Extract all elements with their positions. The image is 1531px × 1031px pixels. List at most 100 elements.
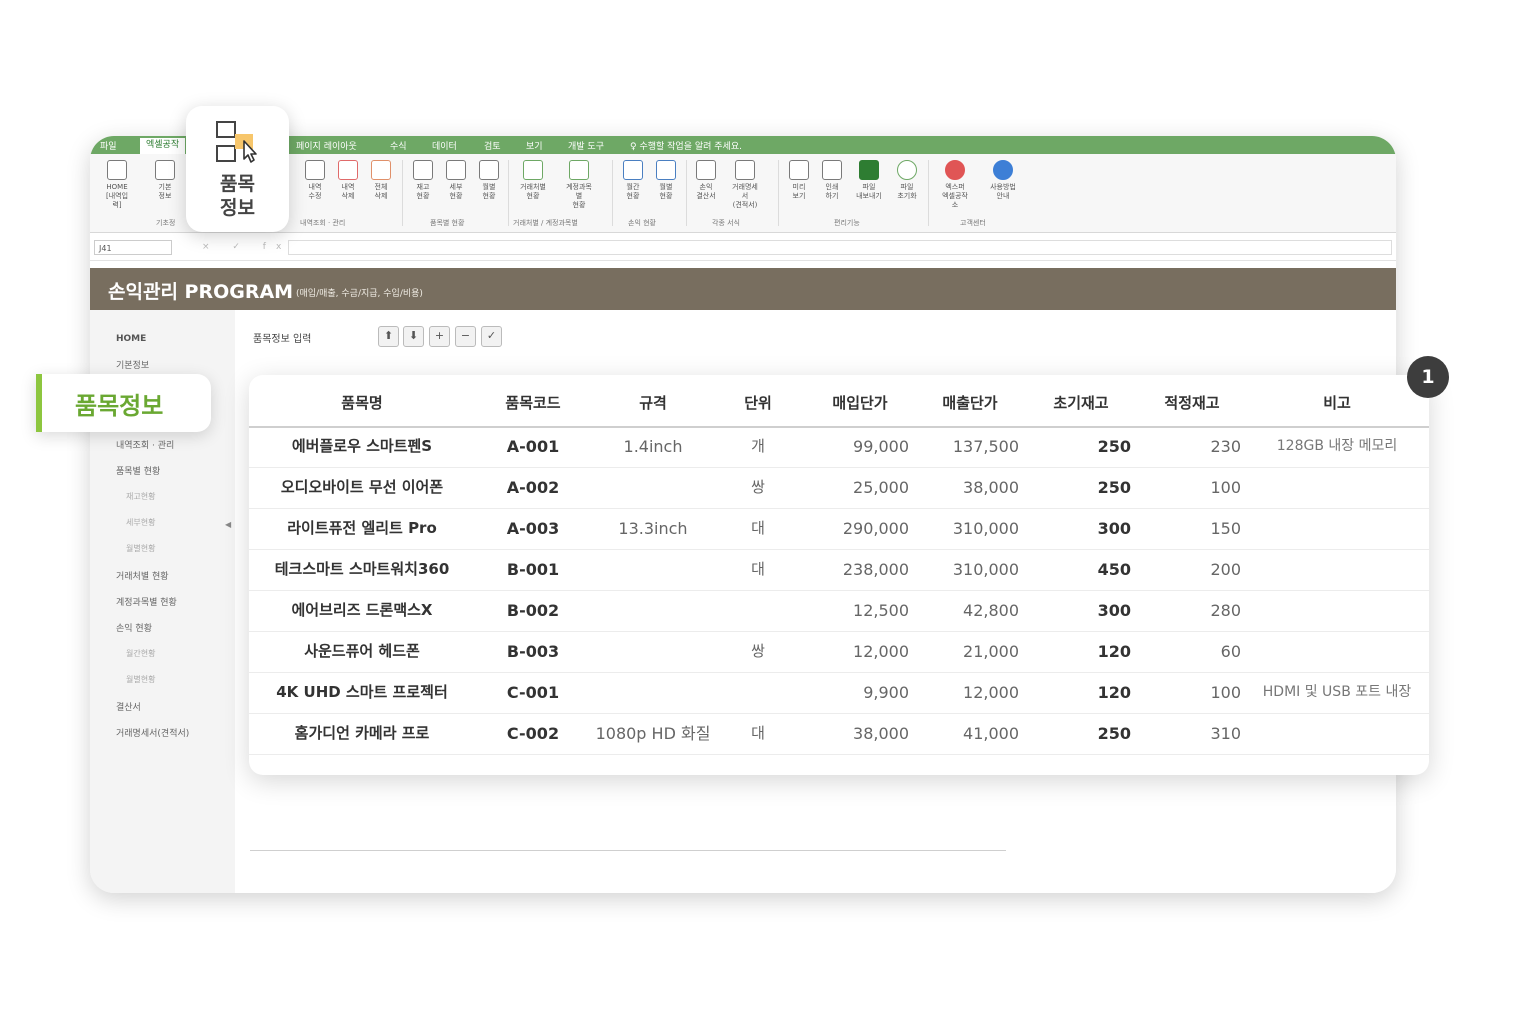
item-info-tooltip[interactable]: 품목 정보 bbox=[186, 106, 289, 232]
delete-all-button[interactable]: 전체 삭제 bbox=[366, 160, 396, 201]
reset-button[interactable]: 파일 초기화 bbox=[892, 160, 922, 201]
sidebar-item-invoice[interactable]: 거래명세서(견적서) bbox=[116, 726, 189, 739]
remove-row-button[interactable]: − bbox=[455, 326, 476, 347]
tab-excel-workshop[interactable]: 엑셀공작 bbox=[140, 138, 186, 154]
cell-item-name: 오디오바이트 무선 이어폰 bbox=[280, 478, 444, 496]
sidebar-item-entry-manage[interactable]: 내역조회 · 관리 bbox=[116, 438, 174, 451]
cell-initial-stock: 120 bbox=[1097, 642, 1131, 661]
settlement-button[interactable]: 손익 결산서 bbox=[691, 160, 721, 201]
formula-input[interactable] bbox=[288, 240, 1392, 255]
tab-review[interactable]: 검토 bbox=[484, 139, 501, 152]
sidebar-item-month[interactable]: 월별현황 bbox=[126, 674, 155, 685]
group-util: 편리기능 bbox=[834, 219, 860, 227]
tab-file[interactable]: 파일 bbox=[100, 139, 117, 152]
cell-initial-stock: 250 bbox=[1097, 724, 1131, 743]
cell-buy-price: 99,000 bbox=[853, 437, 909, 456]
home-button[interactable]: HOME [내역입력] bbox=[102, 160, 132, 210]
cell-item-name: 홈가디언 카메라 프로 bbox=[294, 724, 430, 742]
header-initial-stock: 초기재고 bbox=[1053, 394, 1109, 412]
add-row-button[interactable]: + bbox=[429, 326, 450, 347]
table-row[interactable]: 테크스마트 스마트워치360 B-001 대 238,000 310,000 4… bbox=[249, 549, 1429, 591]
period-status-button[interactable]: 월간 현황 bbox=[618, 160, 648, 201]
tab-view[interactable]: 보기 bbox=[526, 139, 543, 152]
tab-developer[interactable]: 개발 도구 bbox=[568, 139, 604, 152]
sidebar-item-stock[interactable]: 재고현황 bbox=[126, 491, 155, 502]
detail-status-button[interactable]: 세부 현황 bbox=[441, 160, 471, 201]
preview-button[interactable]: 미리 보기 bbox=[784, 160, 814, 201]
table-row[interactable]: 라이트퓨전 엘리트 Pro A-003 13.3inch 대 290,000 3… bbox=[249, 508, 1429, 550]
cell-proper-stock: 150 bbox=[1210, 519, 1241, 538]
account-status-button[interactable]: 계정과목별 현황 bbox=[564, 160, 594, 210]
edit-entry-button[interactable]: 내역 수정 bbox=[300, 160, 330, 201]
table-row[interactable]: 에어브리즈 드론맥스X B-002 12,500 42,800 300 280 bbox=[249, 590, 1429, 632]
basic-info-button[interactable]: 기본 정보 bbox=[150, 160, 180, 201]
collapse-arrow-icon[interactable]: ◀ bbox=[225, 520, 231, 529]
cell-unit: 대 bbox=[751, 519, 765, 537]
move-up-button[interactable]: ⬆ bbox=[378, 326, 399, 347]
grid-icon bbox=[479, 160, 499, 180]
header-item-code: 품목코드 bbox=[505, 394, 561, 412]
ribbon-separator bbox=[928, 160, 929, 226]
cell-buy-price: 290,000 bbox=[842, 519, 909, 538]
cell-proper-stock: 230 bbox=[1210, 437, 1241, 456]
cell-item-code: A-001 bbox=[506, 437, 560, 456]
cell-spec bbox=[591, 549, 715, 590]
eraser-icon bbox=[338, 160, 358, 180]
sidebar-item-item-status[interactable]: 품목별 현황 bbox=[116, 464, 160, 477]
sidebar-item-basic-info[interactable]: 기본정보 bbox=[116, 358, 149, 371]
cell-spec bbox=[591, 631, 715, 672]
ribbon-separator bbox=[612, 160, 613, 226]
support-button[interactable]: 엑스퍼 엑셀공작소 bbox=[940, 160, 970, 210]
invoice-button[interactable]: 거래명세서 (견적서) bbox=[730, 160, 760, 210]
sidebar-item-monthly[interactable]: 월별현황 bbox=[126, 543, 155, 554]
name-box[interactable]: J41 bbox=[94, 240, 172, 255]
table-row[interactable]: 사운드퓨어 헤드폰 B-003 쌍 12,000 21,000 120 60 bbox=[249, 631, 1429, 673]
edit-icon bbox=[305, 160, 325, 180]
month-status-button[interactable]: 월별 현황 bbox=[651, 160, 681, 201]
monthly-status-button[interactable]: 월별 현황 bbox=[474, 160, 504, 201]
cell-spec: 1080p HD 화질 bbox=[595, 724, 711, 743]
print-button[interactable]: 인쇄 하기 bbox=[817, 160, 847, 201]
cell-unit: 쌍 bbox=[751, 478, 765, 496]
client-status-button[interactable]: 거래처별 현황 bbox=[518, 160, 548, 201]
sidebar-item-settlement[interactable]: 결산서 bbox=[116, 700, 141, 713]
table-row[interactable]: 홈가디언 카메라 프로 C-002 1080p HD 화질 대 38,000 4… bbox=[249, 713, 1429, 755]
delete-entry-button[interactable]: 내역 삭제 bbox=[333, 160, 363, 201]
cell-buy-price: 38,000 bbox=[853, 724, 909, 743]
checklist-icon bbox=[569, 160, 589, 180]
sheet-divider bbox=[250, 850, 1006, 851]
sidebar-item-client[interactable]: 거래처별 현황 bbox=[116, 569, 169, 582]
cell-buy-price: 12,000 bbox=[853, 642, 909, 661]
help-button[interactable]: 사용방법 안내 bbox=[988, 160, 1018, 201]
cell-unit: 대 bbox=[751, 724, 765, 742]
cell-item-name: 테크스마트 스마트워치360 bbox=[274, 560, 450, 578]
program-title: 손익관리 PROGRAM bbox=[108, 281, 294, 303]
table-row[interactable]: 에버플로우 스마트펜S A-001 1.4inch 개 99,000 137,5… bbox=[249, 426, 1429, 468]
sidebar-item-home[interactable]: HOME bbox=[116, 334, 146, 344]
stock-status-button[interactable]: 재고 현황 bbox=[408, 160, 438, 201]
tell-me-box[interactable]: ♀ 수행할 작업을 알려 주세요. bbox=[630, 139, 742, 152]
formula-icons: × ✓ fx bbox=[202, 242, 292, 252]
cell-proper-stock: 200 bbox=[1210, 560, 1241, 579]
export-button[interactable]: 파일 내보내기 bbox=[854, 160, 884, 201]
header-sell-price: 매출단가 bbox=[942, 394, 998, 412]
confirm-button[interactable]: ✓ bbox=[481, 326, 502, 347]
excel-icon bbox=[859, 160, 879, 180]
sidebar-item-account[interactable]: 계정과목별 현황 bbox=[116, 595, 177, 608]
cell-initial-stock: 120 bbox=[1097, 683, 1131, 702]
tab-formulas[interactable]: 수식 bbox=[390, 139, 407, 152]
table-row[interactable]: 4K UHD 스마트 프로젝터 C-001 9,900 12,000 120 1… bbox=[249, 672, 1429, 714]
header-proper-stock: 적정재고 bbox=[1164, 394, 1220, 412]
cell-initial-stock: 300 bbox=[1097, 601, 1131, 620]
move-down-button[interactable]: ⬇ bbox=[403, 326, 424, 347]
sidebar-item-period[interactable]: 월간현황 bbox=[126, 648, 155, 659]
cell-sell-price: 137,500 bbox=[952, 437, 1019, 456]
callout-label: 품목정보 bbox=[75, 392, 164, 420]
header-spec: 규격 bbox=[639, 394, 667, 412]
sidebar-item-detail[interactable]: 세부현황 bbox=[126, 517, 155, 528]
tab-page-layout[interactable]: 페이지 레이아웃 bbox=[296, 139, 357, 152]
sidebar-item-profit[interactable]: 손익 현황 bbox=[116, 621, 152, 634]
cell-spec bbox=[591, 590, 715, 631]
table-row[interactable]: 오디오바이트 무선 이어폰 A-002 쌍 25,000 38,000 250 … bbox=[249, 467, 1429, 509]
tab-data[interactable]: 데이터 bbox=[432, 139, 457, 152]
